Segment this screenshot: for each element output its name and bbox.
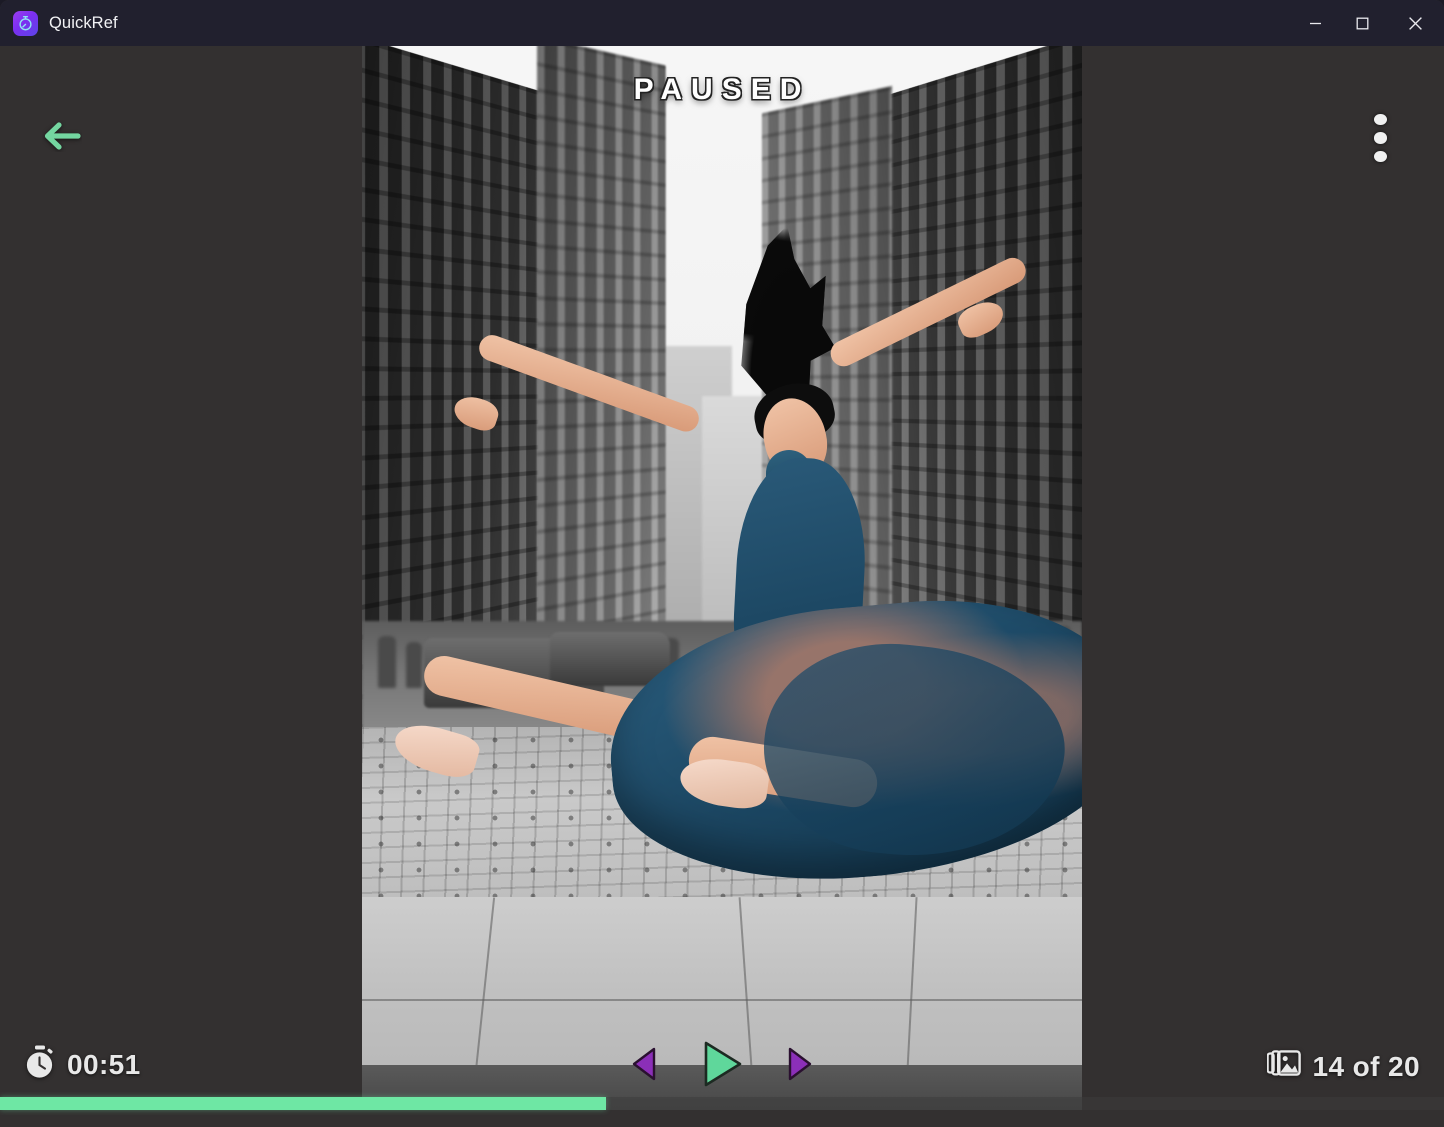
progress-bar[interactable] (0, 1097, 1444, 1110)
reference-image[interactable] (362, 46, 1082, 1110)
more-vertical-icon (1373, 150, 1387, 162)
dancer-shoe-left (389, 717, 483, 783)
app-title: QuickRef (49, 13, 118, 32)
previous-image-button[interactable] (631, 1047, 657, 1081)
dancer-arm-left (475, 331, 703, 436)
more-vertical-icon (1373, 114, 1387, 126)
window-controls (1292, 0, 1444, 46)
more-options-button[interactable] (1358, 114, 1402, 162)
play-button[interactable] (699, 1040, 745, 1088)
maximize-button[interactable] (1339, 0, 1386, 46)
arrow-left-icon (42, 120, 82, 157)
photo-canvas (362, 46, 1082, 1110)
triangle-right-icon (788, 1047, 812, 1081)
image-stack-icon (1265, 1049, 1301, 1084)
status-badge: PAUSED (633, 73, 811, 106)
app-window: QuickRef PAUSED 00:51 14 of 20 (0, 0, 1444, 1127)
titlebar: QuickRef (0, 0, 1444, 46)
triangle-left-icon (632, 1047, 656, 1081)
viewer-stage: PAUSED 00:51 14 of 20 (0, 46, 1444, 1110)
back-button[interactable] (39, 116, 85, 160)
transport-controls (0, 1040, 1444, 1088)
stopwatch-app-icon (13, 10, 38, 36)
more-vertical-icon (1373, 132, 1387, 144)
dancer-hand-left (450, 391, 502, 435)
image-counter-text: 14 of 20 (1312, 1050, 1420, 1082)
progress-bar-fill (0, 1097, 607, 1110)
next-image-button[interactable] (787, 1047, 813, 1081)
image-counter: 14 of 20 (1265, 1049, 1420, 1084)
triangle-right-play-icon (704, 1041, 742, 1087)
close-button[interactable] (1386, 0, 1444, 46)
minimize-button[interactable] (1292, 0, 1339, 46)
dancer-subject (362, 46, 1082, 1110)
